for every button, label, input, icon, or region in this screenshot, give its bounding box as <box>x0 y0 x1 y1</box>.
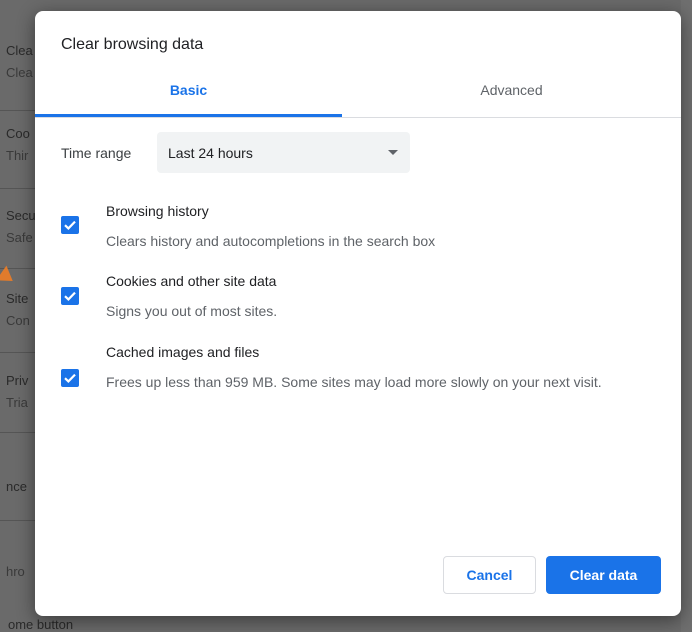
cancel-button[interactable]: Cancel <box>443 556 536 594</box>
dialog-title: Clear browsing data <box>61 36 204 53</box>
browsing-history-checkbox[interactable] <box>61 216 79 234</box>
bg-divider <box>0 520 40 521</box>
checkmark-icon <box>64 220 76 230</box>
cookies-checkbox[interactable] <box>61 287 79 305</box>
option-description: Frees up less than 959 MB. Some sites ma… <box>106 374 602 390</box>
tab-basic[interactable]: Basic <box>35 73 342 117</box>
checkmark-icon <box>64 291 76 301</box>
bg-bottom-text: ome button <box>8 617 74 632</box>
option-description: Signs you out of most sites. <box>106 303 278 319</box>
time-range-label: Time range <box>61 145 132 161</box>
cached-images-checkbox[interactable] <box>61 369 79 387</box>
option-title: Browsing history <box>106 203 209 219</box>
tab-selected-indicator <box>35 114 342 117</box>
checkmark-icon <box>64 373 76 383</box>
option-title: Cookies and other site data <box>106 273 277 289</box>
tab-advanced[interactable]: Advanced <box>342 73 681 117</box>
clear-browsing-data-dialog: Clear browsing data Basic Advanced Time … <box>35 11 681 616</box>
bg-divider <box>0 352 40 353</box>
time-range-value: Last 24 hours <box>168 145 253 161</box>
time-range-select[interactable]: Last 24 hours <box>157 132 410 173</box>
arrow-icon <box>0 265 18 289</box>
bg-divider <box>0 110 40 111</box>
option-description: Clears history and autocompletions in th… <box>106 233 436 249</box>
clear-data-button[interactable]: Clear data <box>546 556 661 594</box>
tab-bar: Basic Advanced <box>35 73 681 118</box>
bg-right-strip <box>681 0 692 632</box>
chevron-down-icon <box>388 150 398 155</box>
bg-divider <box>0 188 40 189</box>
bg-divider <box>0 432 40 433</box>
option-title: Cached images and files <box>106 344 260 360</box>
